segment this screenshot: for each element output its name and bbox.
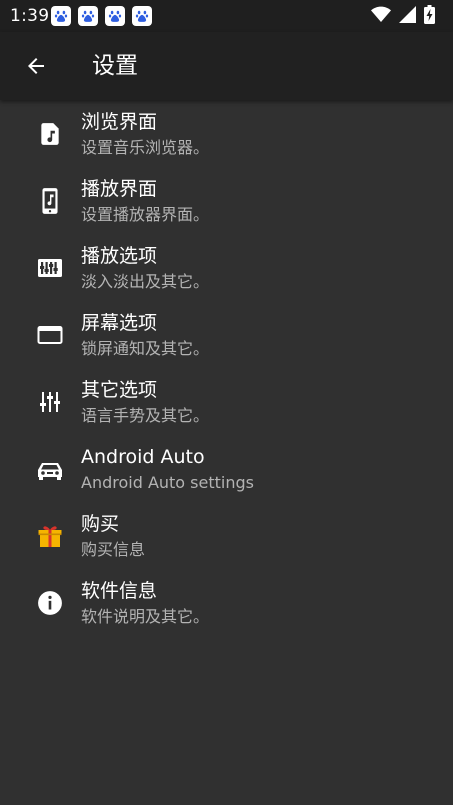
gift-icon [34,520,66,552]
settings-item-title: 播放界面 [81,178,158,200]
settings-item-title: Android Auto [81,446,205,468]
settings-item-screen-options[interactable]: 屏幕选项 锁屏通知及其它。 [0,301,453,368]
settings-item-subtitle: 设置音乐浏览器。 [81,138,210,157]
settings-item-software-info[interactable]: 软件信息 软件说明及其它。 [0,569,453,636]
settings-item-subtitle: 软件说明及其它。 [81,607,210,626]
settings-item-title: 播放选项 [81,245,158,267]
info-icon [34,587,66,619]
settings-item-title: 屏幕选项 [81,312,158,334]
settings-item-subtitle: Android Auto settings [81,473,254,492]
settings-screen: 1:39 设置 浏览界面 设置音乐浏览器。 播放界面 设置播放器界面。 播放选项… [0,0,453,805]
settings-item-subtitle: 锁屏通知及其它。 [81,339,210,358]
settings-item-playback-options[interactable]: 播放选项 淡入淡出及其它。 [0,234,453,301]
tune-sliders-icon [34,386,66,418]
battery-charging-icon [424,5,435,28]
music-file-icon [34,118,66,150]
baidu-paw-icon [78,6,98,26]
settings-item-title: 浏览界面 [81,111,158,133]
page-title: 设置 [92,53,138,79]
baidu-paw-icon [105,6,125,26]
settings-item-browse-ui[interactable]: 浏览界面 设置音乐浏览器。 [0,100,453,167]
settings-item-player-ui[interactable]: 播放界面 设置播放器界面。 [0,167,453,234]
phone-music-icon [34,185,66,217]
settings-item-subtitle: 淡入淡出及其它。 [81,272,210,291]
settings-item-subtitle: 设置播放器界面。 [81,205,210,224]
settings-item-title: 软件信息 [81,580,158,602]
car-icon [34,453,66,485]
settings-item-purchase[interactable]: 购买 购买信息 [0,502,453,569]
arrow-back-icon [28,58,44,74]
signal-icon [399,6,416,27]
baidu-paw-icon [51,6,71,26]
settings-item-other-options[interactable]: 其它选项 语言手势及其它。 [0,368,453,435]
settings-item-subtitle: 语言手势及其它。 [81,406,210,425]
app-bar: 设置 [0,32,453,100]
window-icon [34,319,66,351]
settings-item-title: 其它选项 [81,379,158,401]
baidu-paw-icon [132,6,152,26]
equalizer-icon [34,252,66,284]
status-right-icons [371,5,435,28]
wifi-icon [371,6,391,27]
status-bar: 1:39 [0,0,453,32]
settings-item-subtitle: 购买信息 [81,540,146,559]
settings-list: 浏览界面 设置音乐浏览器。 播放界面 设置播放器界面。 播放选项 淡入淡出及其它… [0,100,453,636]
settings-item-android-auto[interactable]: Android Auto Android Auto settings [0,435,453,502]
back-button[interactable] [18,48,54,84]
notification-icons [51,6,152,26]
status-time: 1:39 [10,6,50,26]
settings-item-title: 购买 [81,513,120,535]
